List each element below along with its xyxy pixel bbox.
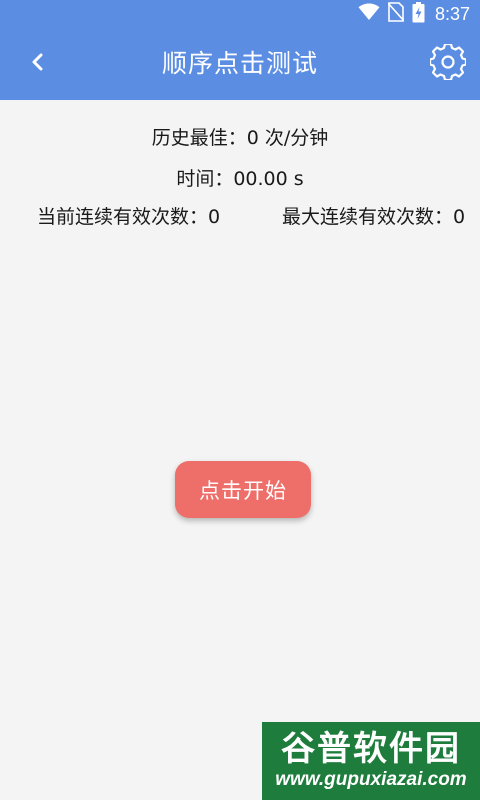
watermark-url: www.gupuxiazai.com [275,769,467,790]
wifi-icon [358,3,380,25]
toolbar: 顺序点击测试 [0,28,480,100]
status-bar: 8:37 [0,0,480,28]
back-button[interactable] [18,46,58,82]
screen-title: 顺序点击测试 [161,49,318,78]
current-streak-text: 当前连续有效次数：0 [37,206,221,228]
battery-charging-icon [412,1,425,27]
settings-button[interactable] [428,42,468,84]
chevron-left-icon [31,52,45,76]
status-time: 8:37 [434,4,470,24]
start-button[interactable]: 点击开始 [175,461,311,518]
status-icons: 8:37 [358,1,470,27]
site-watermark: 谷普软件园 www.gupuxiazai.com [262,722,480,800]
no-sim-icon [387,2,405,26]
best-score-text: 历史最佳：0 次/分钟 [151,127,329,149]
elapsed-time-text: 时间：00.00 s [176,168,304,190]
watermark-name: 谷普软件园 [281,729,461,769]
max-streak-text: 最大连续有效次数：0 [282,206,466,228]
gear-icon [428,42,468,84]
app-header: 8:37 顺序点击测试 [0,0,480,100]
